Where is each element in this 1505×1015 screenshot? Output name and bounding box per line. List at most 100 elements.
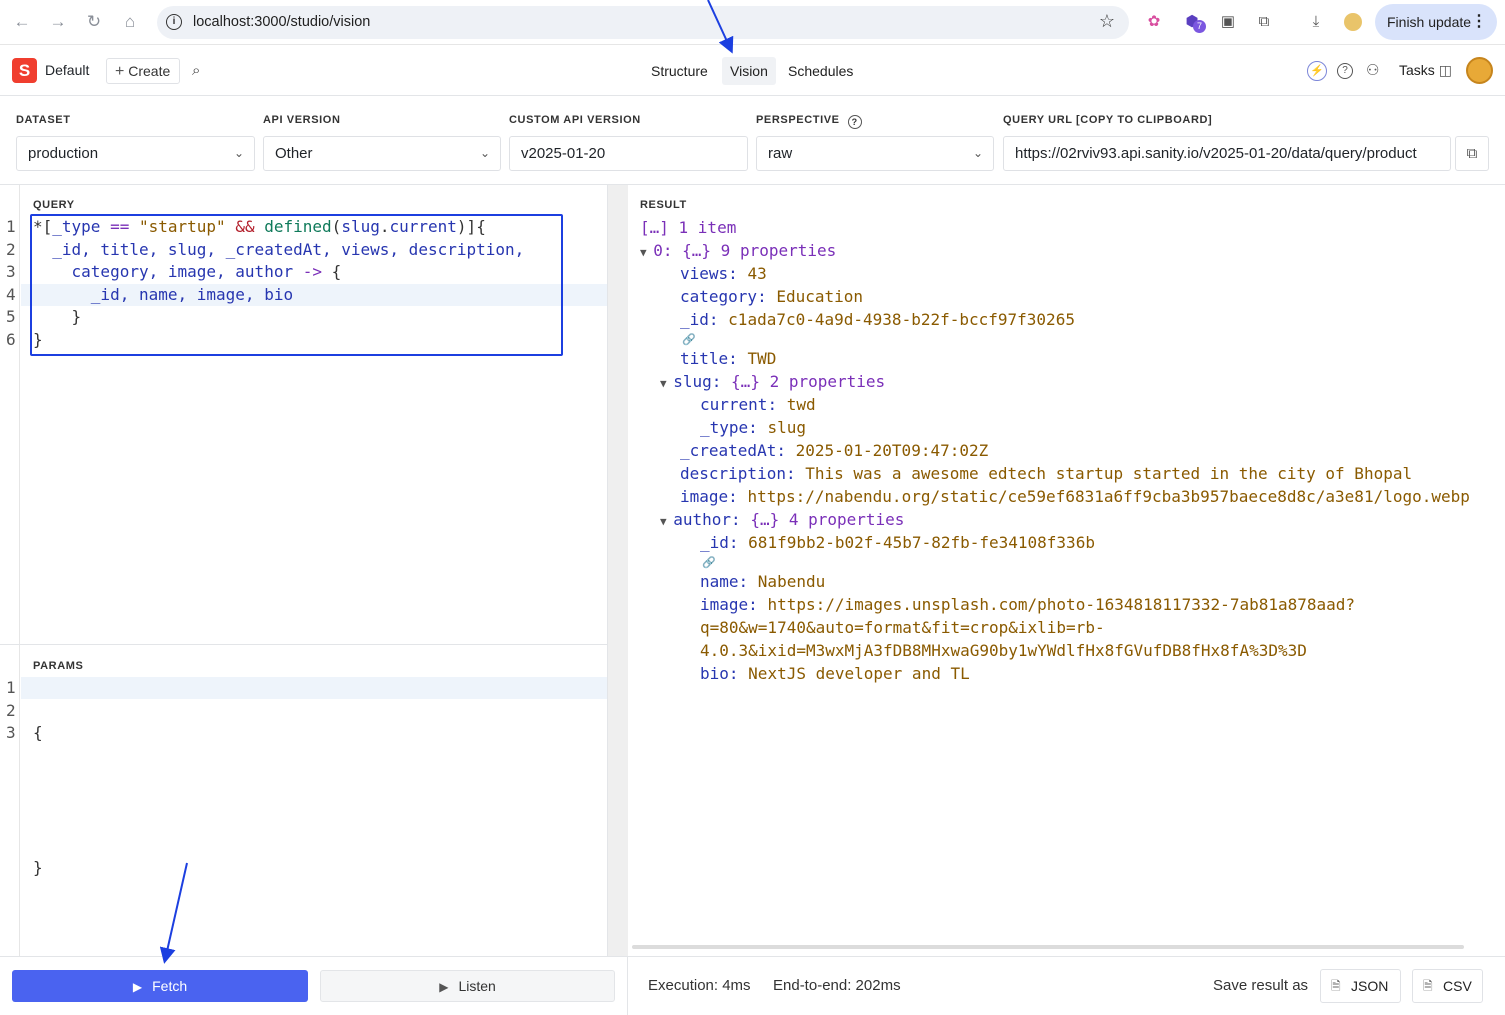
link-icon[interactable]: 🔗 — [702, 556, 716, 569]
finish-update-label: Finish update — [1387, 14, 1472, 30]
field-value: Education — [776, 287, 864, 306]
end-to-end-time: End-to-end: 202ms — [773, 977, 901, 994]
field-key: current — [700, 395, 768, 414]
field-key: _createdAt — [680, 441, 777, 460]
query-url-label[interactable]: QUERY URL [COPY TO CLIPBOARD] — [1003, 114, 1212, 126]
field-key: bio — [700, 664, 729, 683]
document-icon: 🗎 — [1423, 979, 1433, 993]
field-key: name — [700, 572, 739, 591]
query-annotation-box — [30, 214, 563, 356]
field-key: image — [680, 487, 729, 506]
result-field-slug-current: current: twd — [700, 395, 816, 414]
dataset-select[interactable]: production ⌄ — [16, 136, 255, 171]
play-icon: ▶ — [132, 980, 143, 994]
result-field-author-image-cont[interactable]: 4.0.3&ixid=M3wxMjA3fDB8MHxwaG90by1wYWdlf… — [700, 640, 1307, 662]
chevron-down-icon: ⌄ — [479, 146, 490, 160]
link-icon[interactable]: 🔗 — [682, 333, 696, 346]
field-key: title — [680, 349, 729, 368]
finish-update-button[interactable]: Finish update ⋮ — [1375, 4, 1497, 40]
field-key: _type — [700, 418, 749, 437]
listen-button[interactable]: ▶ Listen — [320, 970, 615, 1002]
panel-resize-divider[interactable] — [608, 185, 628, 956]
back-icon[interactable]: ← — [11, 11, 33, 33]
expand-triangle-icon[interactable]: ▼ — [640, 246, 653, 259]
search-icon[interactable]: ⌕ — [192, 62, 200, 79]
fetch-button[interactable]: ▶ Fetch — [12, 970, 308, 1002]
extensions-puzzle-icon[interactable]: ⧉ — [1253, 11, 1275, 33]
field-summary: {…} 2 properties — [731, 372, 886, 391]
result-root[interactable]: […] 1 item — [640, 217, 736, 239]
copy-icon[interactable]: ⧉ — [1455, 136, 1489, 171]
field-key: author — [673, 510, 732, 529]
tasks-button[interactable]: Tasks ◫ — [1399, 62, 1452, 79]
execution-time: Execution: 4ms — [648, 977, 751, 994]
line-number: 4 — [6, 284, 16, 304]
bookmark-star-icon[interactable]: ☆ — [1099, 11, 1115, 32]
custom-api-version-input[interactable]: v2025-01-20 — [509, 136, 748, 171]
profile-avatar-icon[interactable] — [1342, 11, 1364, 33]
result-field-createdat: _createdAt: 2025-01-20T09:47:02Z — [680, 441, 989, 460]
result-field-author-name: name: Nabendu — [700, 572, 826, 591]
field-value[interactable]: https://nabendu.org/static/ce59ef6831a6f… — [747, 487, 1469, 506]
params-line — [33, 790, 72, 813]
help-icon[interactable]: ? — [847, 115, 862, 129]
line-number: 1 — [6, 678, 16, 697]
field-value: twd — [786, 395, 816, 414]
save-result-label: Save result as — [1213, 977, 1309, 994]
query-editor-panel: QUERY 1 2 3 4 5 6 *[_type == "startup" &… — [0, 185, 608, 644]
url-text[interactable]: localhost:3000/studio/vision — [193, 14, 370, 30]
result-field-author[interactable]: ▼ author: {…} 4 properties — [660, 509, 904, 533]
lightning-icon[interactable]: ⚡ — [1307, 61, 1327, 81]
create-button[interactable]: + Create — [106, 58, 180, 84]
result-field-author-id: _id: 681f9bb2-b02f-45b7-82fb-fe34108f336… — [700, 533, 1095, 552]
home-icon[interactable]: ⌂ — [119, 11, 141, 33]
horizontal-scrollbar[interactable] — [632, 945, 1464, 949]
json-label: JSON — [1351, 978, 1389, 994]
reload-icon[interactable]: ↻ — [83, 11, 105, 33]
api-version-select[interactable]: Other ⌄ — [263, 136, 501, 171]
expand-triangle-icon[interactable]: ▼ — [660, 377, 673, 390]
line-number: 3 — [6, 723, 16, 742]
perspective-select[interactable]: raw ⌄ — [756, 136, 994, 171]
field-key: _id — [680, 310, 709, 329]
listen-label: Listen — [458, 978, 496, 994]
studio-logo[interactable]: S — [12, 58, 37, 83]
params-code[interactable]: { } — [33, 677, 72, 925]
fetch-label: Fetch — [152, 978, 188, 994]
dataset-label: DATASET — [16, 114, 71, 126]
save-json-button[interactable]: 🗎 JSON — [1320, 969, 1401, 1003]
tab-schedules[interactable]: Schedules — [780, 57, 861, 85]
site-info-icon[interactable]: i — [166, 14, 182, 30]
params-line-numbers: 1 2 3 — [6, 677, 16, 745]
downloads-icon[interactable]: ⤓ — [1305, 11, 1327, 33]
save-csv-button[interactable]: 🗎 CSV — [1412, 969, 1483, 1003]
tab-structure[interactable]: Structure — [643, 57, 716, 85]
query-url-input[interactable]: https://02rviv93.api.sanity.io/v2025-01-… — [1003, 136, 1451, 171]
active-line-highlight — [21, 677, 607, 699]
field-value[interactable]: https://images.unsplash.com/photo-163481… — [767, 595, 1355, 614]
tab-vision[interactable]: Vision — [722, 57, 776, 85]
extension-colorwheel-icon[interactable]: ✿ — [1143, 11, 1165, 33]
address-bar[interactable]: i localhost:3000/studio/vision ☆ — [157, 6, 1129, 39]
forward-icon[interactable]: → — [47, 11, 69, 33]
query-url-value: https://02rviv93.api.sanity.io/v2025-01-… — [1015, 145, 1417, 162]
result-item-0[interactable]: ▼ 0: {…} 9 properties — [640, 240, 836, 264]
extension-square-icon[interactable]: ▣ — [1217, 11, 1239, 33]
perspective-label-text: PERSPECTIVE — [756, 114, 840, 126]
chevron-down-icon: ⌄ — [972, 146, 983, 160]
result-field-slug[interactable]: ▼ slug: {…} 2 properties — [660, 371, 885, 395]
chevron-down-icon: ⌄ — [233, 146, 244, 160]
people-icon[interactable]: ⚇ — [1366, 61, 1379, 79]
api-version-value: Other — [275, 145, 313, 162]
workspace-name[interactable]: Default — [45, 62, 89, 78]
result-panel: RESULT […] 1 item ▼ 0: {…} 9 properties … — [628, 185, 1505, 956]
expand-triangle-icon[interactable]: ▼ — [660, 515, 673, 528]
result-field-author-image-cont[interactable]: q=80&w=1740&auto=format&fit=crop&ixlib=r… — [700, 617, 1105, 639]
result-field-category: category: Education — [680, 287, 864, 306]
studio-navbar: S Default + Create ⌕ Structure Vision Sc… — [0, 45, 1505, 96]
extension-badge-icon[interactable]: ⬢ 7 — [1181, 11, 1206, 33]
user-avatar[interactable] — [1466, 57, 1493, 84]
vision-footer: ▶ Fetch ▶ Listen Execution: 4ms End-to-end… — [0, 956, 1505, 1015]
line-number: 5 — [6, 307, 16, 326]
help-icon[interactable]: ? — [1337, 63, 1353, 79]
